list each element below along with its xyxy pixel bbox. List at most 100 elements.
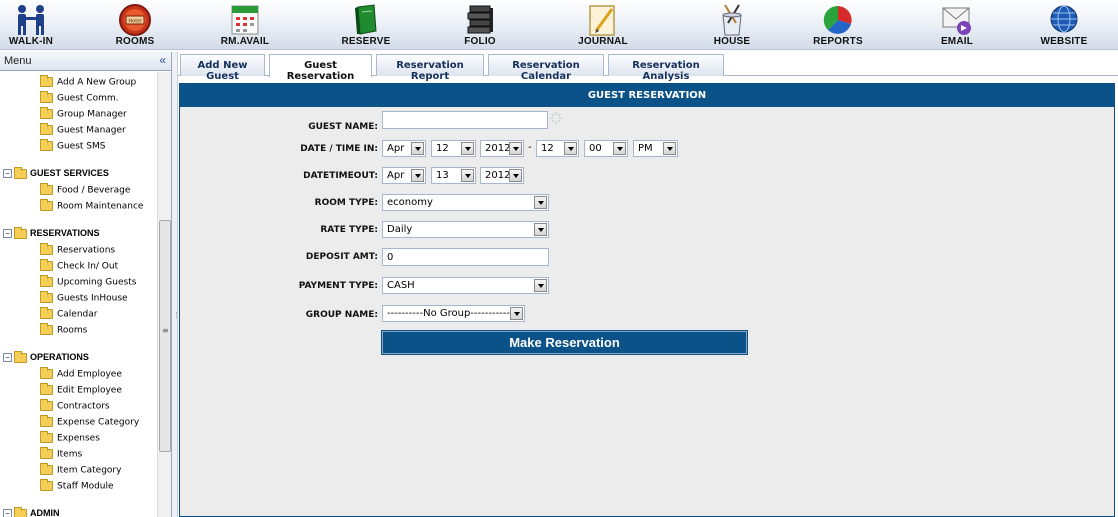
menu-item-group-manager[interactable]: Group Manager bbox=[40, 107, 127, 123]
date-time-separator: - bbox=[528, 142, 532, 153]
deposit-amount-input[interactable] bbox=[382, 248, 549, 266]
menu-item-label: Rooms bbox=[57, 325, 88, 336]
menu-section-reservations[interactable]: − RESERVATIONS bbox=[3, 226, 100, 242]
checkin-ampm-select[interactable]: PM bbox=[633, 140, 678, 157]
folder-icon bbox=[40, 479, 53, 491]
toolbar-website[interactable]: WEBSITE bbox=[1034, 0, 1094, 50]
guest-name-input[interactable] bbox=[382, 111, 548, 129]
collapse-toggle-icon[interactable]: − bbox=[3, 509, 12, 517]
select-value: ----------No Group------------ bbox=[387, 308, 514, 319]
folder-icon bbox=[40, 323, 53, 335]
select-value: 13 bbox=[436, 170, 449, 181]
checkin-month-select[interactable]: Apr bbox=[382, 140, 426, 157]
toolbar-reserve[interactable]: RESERVE bbox=[333, 0, 399, 50]
toolbar-journal[interactable]: JOURNAL bbox=[570, 0, 636, 50]
folder-icon bbox=[40, 367, 53, 379]
toolbar-folio[interactable]: FOLIO bbox=[450, 0, 510, 50]
walk-in-icon bbox=[18, 5, 44, 35]
toolbar-label: WALK-IN bbox=[8, 36, 54, 47]
collapse-toggle-icon[interactable]: − bbox=[3, 353, 12, 363]
reports-icon bbox=[823, 5, 852, 34]
checkin-year-select[interactable]: 2012 bbox=[480, 140, 524, 157]
select-value: Apr bbox=[387, 143, 405, 154]
menu-item-guest-sms[interactable]: Guest SMS bbox=[40, 139, 106, 155]
menu-section-label: GUEST SERVICES bbox=[30, 168, 109, 178]
folder-icon bbox=[40, 399, 53, 411]
collapse-toggle-icon[interactable]: − bbox=[3, 169, 12, 179]
menu-item-edit-employee[interactable]: Edit Employee bbox=[40, 383, 122, 399]
toolbar-rooms[interactable]: Hotel ROOMS bbox=[105, 0, 165, 50]
make-reservation-button[interactable]: Make Reservation bbox=[381, 330, 748, 355]
collapse-toggle-icon[interactable]: − bbox=[3, 229, 12, 239]
checkin-hour-select[interactable]: 12 bbox=[536, 140, 579, 157]
side-menu: Menu « Add A New Group Guest Comm. Group… bbox=[0, 52, 172, 517]
toolbar-label: FOLIO bbox=[464, 36, 496, 47]
menu-item-label: Item Category bbox=[57, 465, 122, 476]
menu-item-add-employee[interactable]: Add Employee bbox=[40, 367, 122, 383]
menu-item-staff-module[interactable]: Staff Module bbox=[40, 479, 114, 495]
select-value: 2012 bbox=[485, 143, 511, 154]
menu-item-food-beverage[interactable]: Food / Beverage bbox=[40, 183, 130, 199]
menu-item-expense-category[interactable]: Expense Category bbox=[40, 415, 139, 431]
room-type-select[interactable]: economy bbox=[382, 194, 549, 211]
dropdown-arrow-icon bbox=[509, 169, 522, 182]
tab-reservation-analysis[interactable]: Reservation Analysis bbox=[608, 54, 724, 82]
toolbar-reports[interactable]: REPORTS bbox=[806, 0, 870, 50]
checkout-year-select[interactable]: 2012 bbox=[480, 167, 524, 184]
collapse-menu-icon[interactable]: « bbox=[159, 53, 166, 67]
toolbar-rm-avail[interactable]: RM.AVAIL bbox=[213, 0, 277, 50]
menu-scrollbar[interactable]: ≡ bbox=[157, 72, 171, 517]
dropdown-arrow-icon bbox=[510, 307, 523, 320]
menu-item-add-group[interactable]: Add A New Group bbox=[40, 75, 136, 91]
menu-section-admin[interactable]: − ADMIN bbox=[3, 506, 60, 517]
guest-reservation-panel: GUEST RESERVATION GUEST NAME: DATE / TIM… bbox=[179, 83, 1115, 517]
toolbar-label: HOUSE bbox=[713, 36, 751, 47]
menu-item-guest-manager[interactable]: Guest Manager bbox=[40, 123, 126, 139]
dropdown-arrow-icon bbox=[564, 142, 577, 155]
toolbar-house[interactable]: HOUSE bbox=[703, 0, 761, 50]
tab-reservation-calendar[interactable]: Reservation Calendar bbox=[488, 54, 604, 82]
select-value: Apr bbox=[387, 170, 405, 181]
select-value: Daily bbox=[387, 224, 413, 235]
book-icon bbox=[355, 4, 377, 35]
menu-item-guests-inhouse[interactable]: Guests InHouse bbox=[40, 291, 128, 307]
dropdown-arrow-icon bbox=[534, 279, 547, 292]
menu-item-calendar[interactable]: Calendar bbox=[40, 307, 97, 323]
menu-section-operations[interactable]: − OPERATIONS bbox=[3, 350, 89, 366]
menu-section-label: OPERATIONS bbox=[30, 352, 89, 362]
group-name-select[interactable]: ----------No Group------------ bbox=[382, 305, 525, 322]
toolbar-email[interactable]: EMAIL bbox=[932, 0, 982, 50]
folder-icon bbox=[40, 91, 53, 103]
menu-item-check-in-out[interactable]: Check In/ Out bbox=[40, 259, 119, 275]
menu-item-label: Check In/ Out bbox=[57, 261, 119, 272]
tab-reservation-report[interactable]: Reservation Report bbox=[376, 54, 484, 82]
menu-item-guest-comm[interactable]: Guest Comm. bbox=[40, 91, 118, 107]
menu-item-items[interactable]: Items bbox=[40, 447, 82, 463]
menu-splitter[interactable]: ⋮ bbox=[172, 52, 180, 517]
tab-guest-reservation[interactable]: Guest Reservation bbox=[269, 54, 372, 82]
menu-item-contractors[interactable]: Contractors bbox=[40, 399, 110, 415]
menu-section-label: ADMIN bbox=[30, 508, 60, 517]
folder-icon bbox=[40, 107, 53, 119]
menu-scrollbar-thumb[interactable]: ≡ bbox=[159, 220, 171, 452]
menu-item-label: Staff Module bbox=[57, 481, 114, 492]
menu-item-room-maintenance[interactable]: Room Maintenance bbox=[40, 199, 143, 215]
folder-icon bbox=[40, 259, 53, 271]
menu-item-rooms[interactable]: Rooms bbox=[40, 323, 88, 339]
panel-title: GUEST RESERVATION bbox=[180, 84, 1114, 107]
checkout-month-select[interactable]: Apr bbox=[382, 167, 426, 184]
checkout-day-select[interactable]: 13 bbox=[431, 167, 476, 184]
menu-item-item-category[interactable]: Item Category bbox=[40, 463, 122, 479]
payment-type-select[interactable]: CASH bbox=[382, 277, 549, 294]
tab-add-new-guest[interactable]: Add New Guest bbox=[180, 54, 265, 82]
rate-type-select[interactable]: Daily bbox=[382, 221, 549, 238]
menu-item-reservations[interactable]: Reservations bbox=[40, 243, 115, 259]
menu-item-expenses[interactable]: Expenses bbox=[40, 431, 100, 447]
checkin-day-select[interactable]: 12 bbox=[431, 140, 476, 157]
folder-icon bbox=[14, 506, 27, 517]
menu-item-upcoming-guests[interactable]: Upcoming Guests bbox=[40, 275, 136, 291]
menu-title: Menu bbox=[4, 55, 32, 67]
menu-section-guest-services[interactable]: − GUEST SERVICES bbox=[3, 166, 109, 182]
toolbar-walk-in[interactable]: WALK-IN bbox=[2, 0, 60, 50]
checkin-minute-select[interactable]: 00 bbox=[584, 140, 628, 157]
